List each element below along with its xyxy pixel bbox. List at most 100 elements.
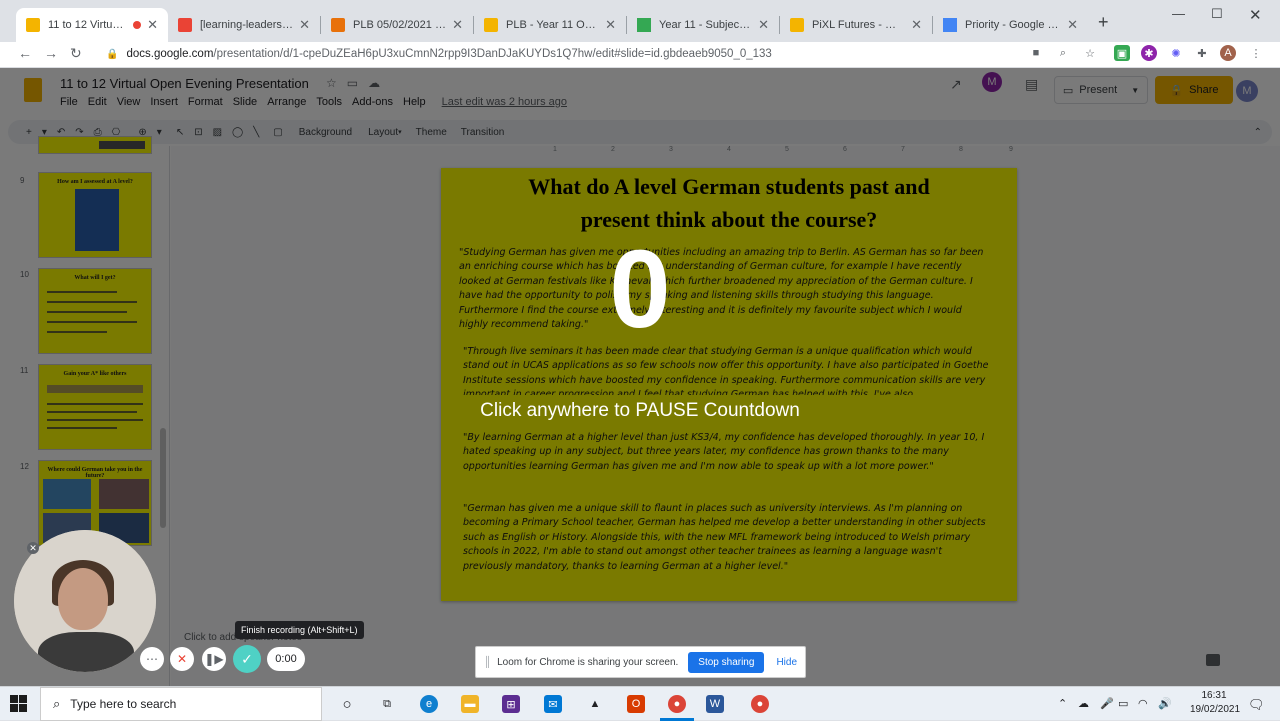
close-tab-icon[interactable]: ✕ (911, 17, 922, 33)
tab[interactable]: PLB - Year 11 Options ✕ (474, 8, 626, 42)
menu-edit[interactable]: Edit (88, 96, 107, 108)
app-icon[interactable]: ▲ (586, 695, 604, 713)
shape-icon[interactable]: ◯ (232, 127, 243, 138)
line-icon[interactable]: ╲ (253, 127, 259, 138)
menu-view[interactable]: View (117, 96, 141, 108)
theme-button[interactable]: Theme (416, 127, 447, 138)
tab[interactable]: [learning-leaders] Atte ✕ (168, 8, 320, 42)
chevron-down-icon[interactable]: ▾ (398, 128, 402, 136)
select-cursor-icon[interactable]: ↖ (176, 127, 184, 138)
comment-icon[interactable]: ▤ (1025, 76, 1038, 93)
file-explorer-icon[interactable]: ▬ (461, 695, 479, 713)
microphone-icon[interactable]: 🎤 (1100, 697, 1114, 710)
menu-insert[interactable]: Insert (150, 96, 178, 108)
tab-active[interactable]: 11 to 12 Virtual Op ✕ (16, 8, 168, 42)
hide-sharing-bar-button[interactable]: Hide (776, 657, 797, 668)
tab[interactable]: Priority - Google Drive ✕ (933, 8, 1088, 42)
office-icon[interactable]: O (627, 695, 645, 713)
back-icon[interactable]: ← (18, 45, 32, 61)
close-tab-icon[interactable]: ✕ (299, 17, 310, 33)
student-quote[interactable]: "By learning German at a higher level th… (463, 431, 993, 475)
loom-finish-recording-button[interactable]: ✓ (233, 645, 261, 673)
background-button[interactable]: Background (299, 127, 352, 138)
drag-handle-icon[interactable]: ║ (484, 657, 491, 668)
show-hidden-icons-icon[interactable]: ⌃ (1058, 697, 1067, 710)
collapse-toolbar-icon[interactable]: ⌃ (1254, 127, 1262, 138)
camera-icon[interactable]: ■ (1028, 45, 1044, 61)
chevron-down-icon[interactable]: ▼ (1131, 86, 1139, 95)
slide-thumbnail[interactable] (38, 136, 152, 154)
word-icon[interactable]: W (706, 695, 724, 713)
transition-button[interactable]: Transition (461, 127, 505, 138)
menu-arrange[interactable]: Arrange (267, 96, 306, 108)
student-quote[interactable]: "Through live seminars it has been made … (463, 345, 993, 395)
move-folder-icon[interactable]: ▭ (347, 76, 368, 90)
comment-add-icon[interactable]: ▢ (273, 127, 282, 138)
student-quote[interactable]: "German has given me a unique skill to f… (463, 502, 993, 574)
address-bar[interactable]: 🔒 docs.google.com/presentation/d/1-cpeDu… (94, 42, 1024, 66)
forward-icon[interactable]: → (44, 45, 58, 61)
minimize-icon[interactable]: — (1172, 6, 1185, 21)
new-tab-icon[interactable]: + (1098, 12, 1109, 33)
loom-extension-icon[interactable]: ✺ (1168, 45, 1184, 61)
loom-pause-icon[interactable]: ❚▶ (202, 647, 226, 671)
text-box-icon[interactable]: ⊡ (194, 127, 202, 138)
store-icon[interactable]: ⊞ (502, 695, 520, 713)
volume-icon[interactable]: 🔊 (1158, 697, 1172, 710)
star-icon[interactable]: ☆ (326, 76, 347, 90)
loom-more-options-icon[interactable]: ⋯ (140, 647, 164, 671)
chrome-icon[interactable]: ● (668, 695, 686, 713)
mail-icon[interactable]: ✉ (544, 695, 562, 713)
filmstrip-scrollbar[interactable] (160, 428, 166, 528)
edge-icon[interactable]: e (420, 695, 438, 713)
bookmark-star-icon[interactable]: ☆ (1082, 45, 1098, 61)
chrome-icon[interactable]: ● (751, 695, 769, 713)
notification-center-icon[interactable]: 🗨 (1248, 697, 1265, 713)
extension-icon[interactable]: ▣ (1114, 45, 1130, 61)
menu-format[interactable]: Format (188, 96, 223, 108)
activity-trend-icon[interactable]: ↗ (950, 76, 962, 93)
maximize-icon[interactable]: ☐ (1211, 6, 1223, 22)
close-tab-icon[interactable]: ✕ (1067, 17, 1078, 33)
stop-sharing-button[interactable]: Stop sharing (688, 651, 765, 673)
close-tab-icon[interactable]: ✕ (605, 17, 616, 33)
loom-cancel-icon[interactable]: ✕ (170, 647, 194, 671)
extensions-puzzle-icon[interactable]: ✚ (1194, 45, 1210, 61)
present-button[interactable]: ▭ Present ▼ (1054, 76, 1148, 104)
onedrive-icon[interactable]: ☁ (1078, 697, 1089, 710)
close-tab-icon[interactable]: ✕ (147, 17, 158, 33)
reload-icon[interactable]: ↻ (70, 45, 82, 62)
chevron-down-icon[interactable]: ▾ (157, 127, 162, 138)
image-icon[interactable]: ▨ (213, 127, 222, 138)
explore-icon[interactable] (1206, 654, 1220, 666)
share-button[interactable]: 🔒 Share (1155, 76, 1233, 104)
close-window-icon[interactable]: ✕ (1249, 6, 1262, 24)
cloud-status-icon[interactable]: ☁ (368, 76, 390, 90)
last-edit-link[interactable]: Last edit was 2 hours ago (442, 96, 567, 108)
taskbar-clock[interactable]: 16:31 19/02/2021 (1190, 689, 1240, 717)
tab[interactable]: Year 11 - Subject Less ✕ (627, 8, 779, 42)
task-view-icon[interactable]: ⧉ (378, 695, 396, 713)
zoom-icon[interactable]: ⌕ (1055, 45, 1071, 61)
close-tab-icon[interactable]: ✕ (452, 17, 463, 33)
wifi-icon[interactable]: ◠ (1138, 697, 1148, 710)
menu-addons[interactable]: Add-ons (352, 96, 393, 108)
extension-icon[interactable]: ✱ (1141, 45, 1157, 61)
menu-help[interactable]: Help (403, 96, 426, 108)
tab[interactable]: PLB 05/02/2021 - Year ✕ (321, 8, 473, 42)
menu-file[interactable]: File (60, 96, 78, 108)
cortana-icon[interactable]: ○ (338, 695, 356, 713)
close-tab-icon[interactable]: ✕ (758, 17, 769, 33)
meet-avatar-icon[interactable]: M (982, 72, 1002, 92)
battery-icon[interactable]: ▭ (1118, 697, 1128, 710)
slide-title[interactable]: What do A level German students past and… (461, 170, 997, 236)
layout-button[interactable]: Layout (368, 127, 398, 138)
tab[interactable]: PiXL Futures - MFL Ge ✕ (780, 8, 932, 42)
user-avatar[interactable]: M (1236, 80, 1258, 102)
more-menu-icon[interactable]: ⋮ (1248, 45, 1264, 61)
profile-avatar[interactable]: A (1220, 45, 1236, 61)
menu-slide[interactable]: Slide (233, 96, 257, 108)
document-title[interactable]: 11 to 12 Virtual Open Evening Presentati… (60, 76, 309, 91)
pause-countdown-message[interactable]: Click anywhere to PAUSE Countdown (0, 400, 1280, 422)
new-slide-icon[interactable]: + (26, 127, 32, 138)
